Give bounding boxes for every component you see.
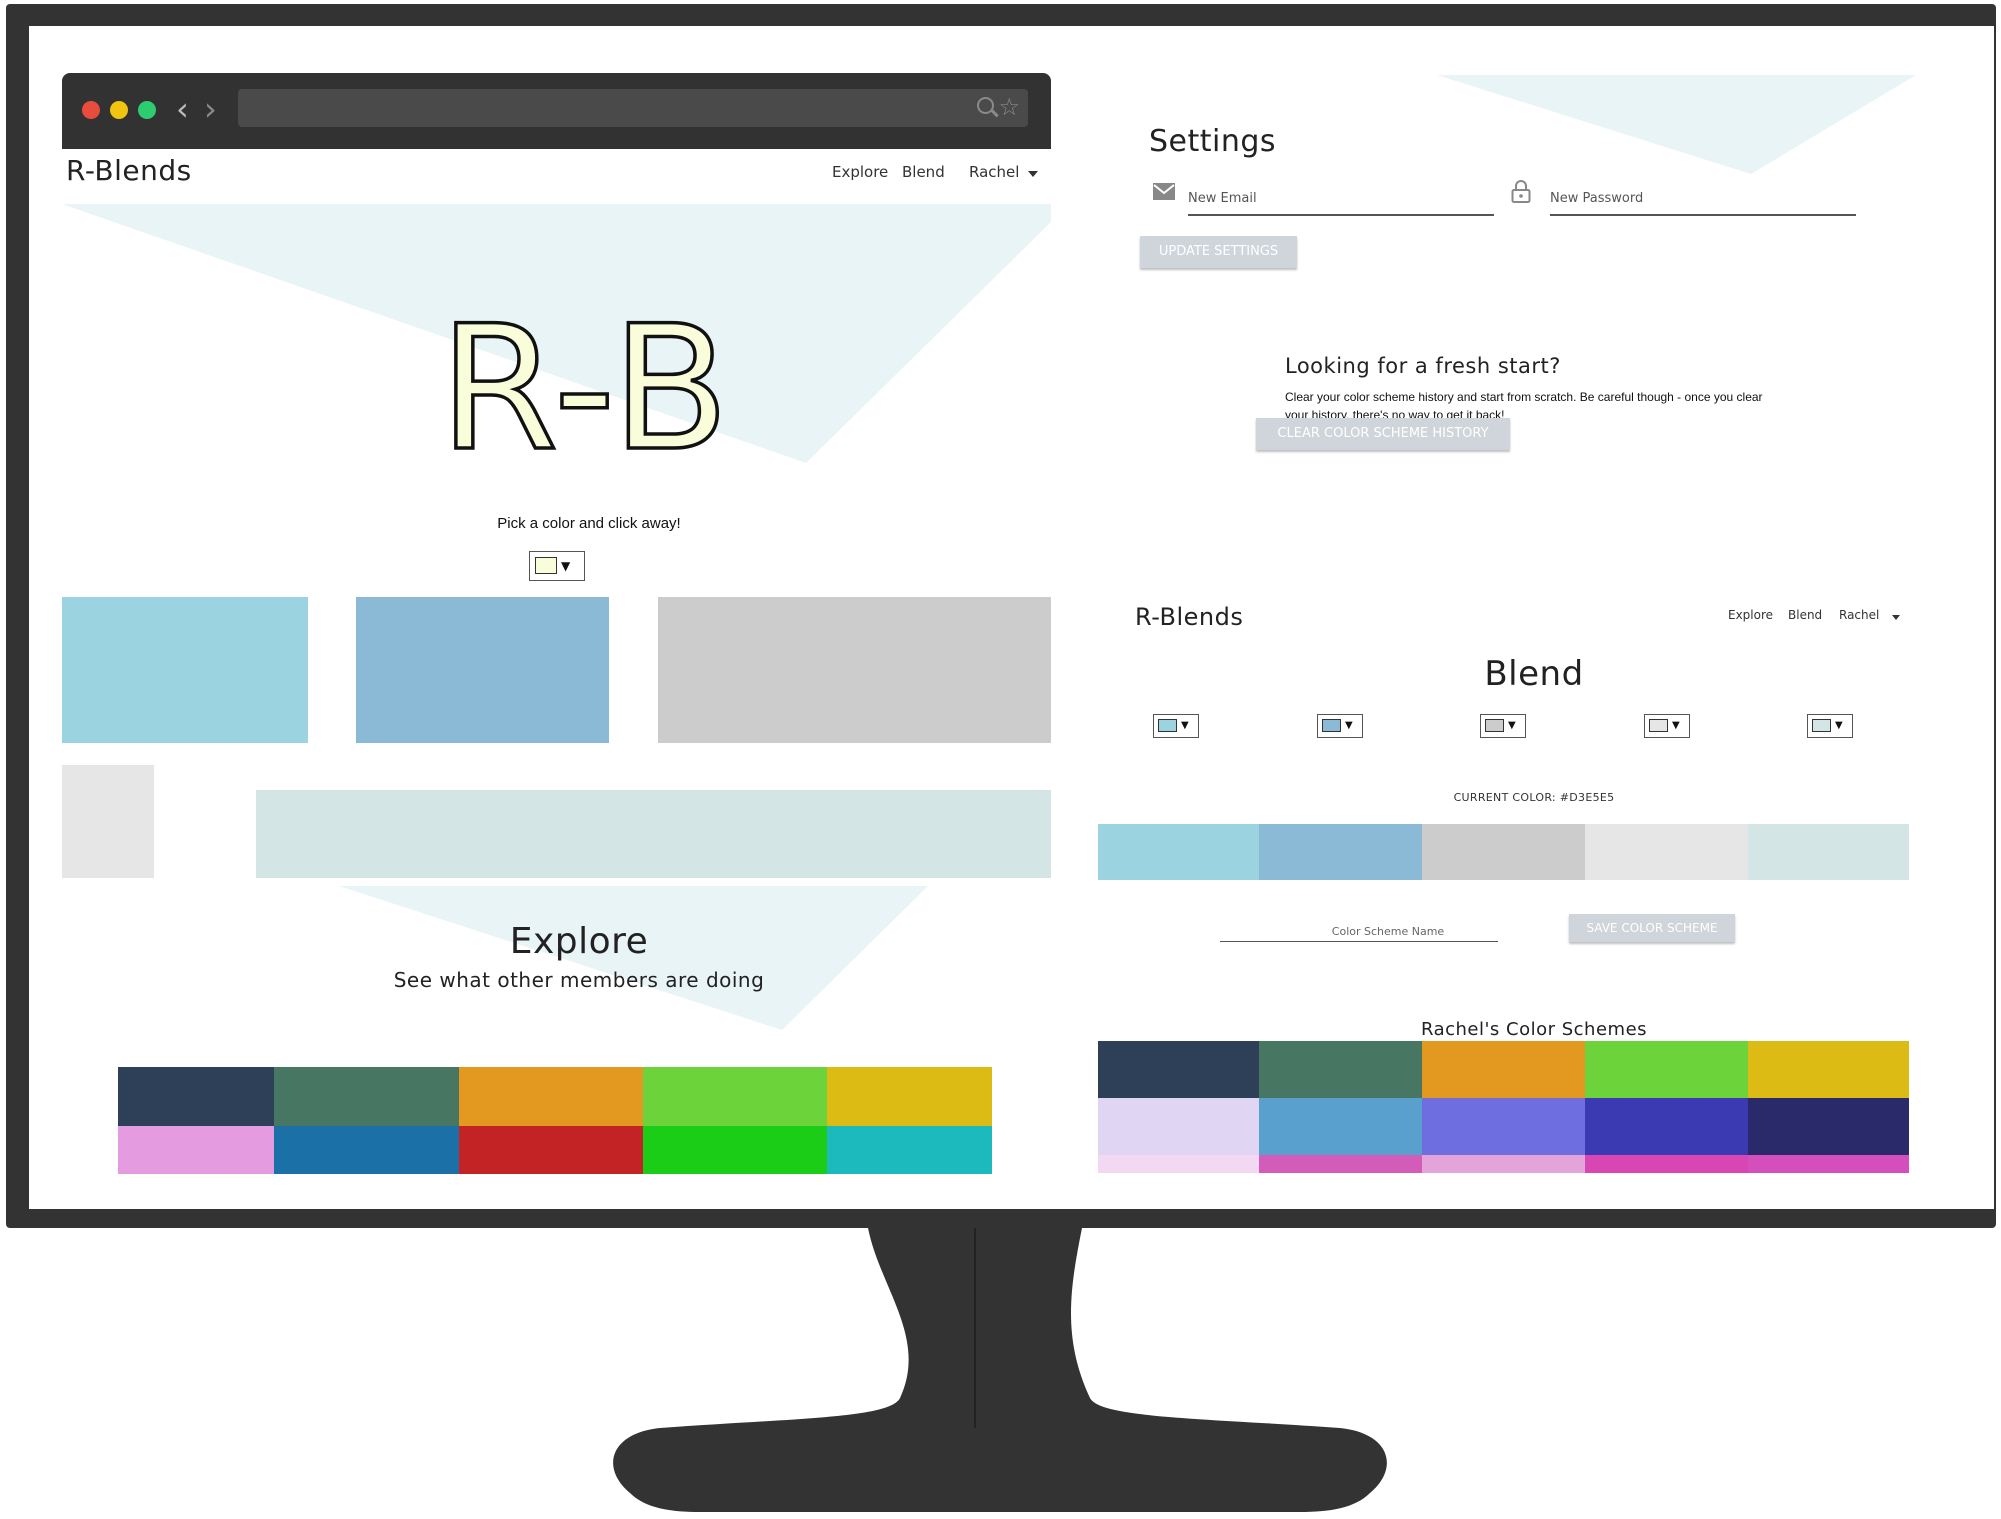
explore-scheme-swatch[interactable] <box>643 1067 827 1126</box>
settings-title: Settings <box>1149 124 1277 159</box>
monitor-screen: ‹ › ☆ R-Blends Explore Blend Rachel R-B … <box>29 26 1994 1209</box>
blend-nav-explore-link[interactable]: Explore <box>1728 608 1773 622</box>
chevron-down-icon[interactable] <box>1892 615 1900 620</box>
picker-swatch <box>1812 719 1831 732</box>
envelope-icon <box>1153 183 1175 200</box>
dropdown-arrow-icon: ▼ <box>1181 720 1189 731</box>
chevron-right-icon[interactable]: › <box>204 91 217 127</box>
color-block-1[interactable] <box>62 597 308 743</box>
blend-nav-user-menu[interactable]: Rachel <box>1839 608 1879 622</box>
new-email-field[interactable] <box>1188 214 1494 216</box>
explore-title: Explore <box>509 921 649 962</box>
window-minimize-dot[interactable] <box>110 101 128 119</box>
saved-scheme-swatch[interactable] <box>1259 1098 1422 1155</box>
saved-scheme-swatch[interactable] <box>1585 1041 1748 1098</box>
dropdown-arrow-icon: ▼ <box>1508 720 1516 731</box>
explore-scheme-swatch[interactable] <box>118 1126 274 1174</box>
saved-scheme-swatch[interactable] <box>1748 1155 1909 1173</box>
saved-scheme-swatch[interactable] <box>1259 1155 1422 1173</box>
explore-scheme-swatch[interactable] <box>118 1067 274 1126</box>
nav-blend-link[interactable]: Blend <box>902 163 945 181</box>
nav-explore-link[interactable]: Explore <box>832 163 888 181</box>
saved-scheme-swatch[interactable] <box>1422 1041 1585 1098</box>
new-password-field[interactable] <box>1550 214 1856 216</box>
nav-user-menu[interactable]: Rachel <box>969 163 1019 181</box>
search-icon[interactable] <box>977 97 994 114</box>
hero-monogram-text: R-B <box>439 308 729 468</box>
browser-toolbar: ‹ › ☆ <box>62 73 1051 149</box>
explore-scheme-swatch[interactable] <box>459 1067 643 1126</box>
window-close-dot[interactable] <box>82 101 100 119</box>
fresh-start-title: Looking for a fresh start? <box>1285 354 1561 378</box>
picker-swatch <box>1322 719 1341 732</box>
explore-scheme-swatch[interactable] <box>274 1126 459 1174</box>
chevron-left-icon[interactable]: ‹ <box>176 91 189 127</box>
scheme-name-field[interactable] <box>1220 941 1498 943</box>
blend-palette-swatch[interactable] <box>1585 824 1748 880</box>
scheme-name-placeholder: Color Scheme Name <box>1331 925 1445 938</box>
dropdown-arrow-icon: ▼ <box>561 559 571 573</box>
dropdown-arrow-icon: ▼ <box>1835 720 1843 731</box>
clear-history-button[interactable]: CLEAR COLOR SCHEME HISTORY <box>1256 418 1510 450</box>
explore-scheme-swatch[interactable] <box>827 1067 992 1126</box>
new-email-placeholder: New Email <box>1188 191 1257 206</box>
picker-swatch <box>535 557 557 574</box>
blend-site-logo[interactable]: R-Blends <box>1135 603 1243 631</box>
saved-scheme-swatch[interactable] <box>1098 1155 1259 1173</box>
site-logo[interactable]: R-Blends <box>66 154 192 187</box>
chevron-down-icon[interactable] <box>1028 171 1038 177</box>
saved-scheme-swatch[interactable] <box>1748 1098 1909 1155</box>
picker-swatch <box>1158 719 1177 732</box>
window-maximize-dot[interactable] <box>138 101 156 119</box>
blend-color-picker[interactable]: ▼ <box>1644 714 1690 738</box>
address-bar[interactable]: ☆ <box>238 89 1028 127</box>
current-color-label: CURRENT COLOR: #D3E5E5 <box>1453 791 1615 804</box>
blend-palette-swatch[interactable] <box>1748 824 1909 880</box>
lock-icon <box>1511 180 1531 203</box>
saved-scheme-swatch[interactable] <box>1422 1098 1585 1155</box>
monitor-stand <box>613 1228 1387 1512</box>
picker-swatch <box>1649 719 1668 732</box>
saved-scheme-swatch[interactable] <box>1585 1098 1748 1155</box>
saved-scheme-swatch[interactable] <box>1748 1041 1909 1098</box>
explore-scheme-swatch[interactable] <box>643 1126 827 1174</box>
saved-scheme-swatch[interactable] <box>1098 1098 1259 1155</box>
hero-monogram: R-B <box>439 308 729 468</box>
blend-color-picker[interactable]: ▼ <box>1480 714 1526 738</box>
new-password-placeholder: New Password <box>1550 191 1644 206</box>
saved-schemes-title: Rachel's Color Schemes <box>1420 1019 1648 1040</box>
update-settings-button[interactable]: UPDATE SETTINGS <box>1140 236 1297 268</box>
saved-scheme-swatch[interactable] <box>1585 1155 1748 1173</box>
blend-palette-swatch[interactable] <box>1098 824 1259 880</box>
explore-subtitle: See what other members are doing <box>393 968 765 992</box>
picker-swatch <box>1485 719 1504 732</box>
saved-scheme-swatch[interactable] <box>1259 1041 1422 1098</box>
blend-color-picker[interactable]: ▼ <box>1153 714 1199 738</box>
settings-triangle <box>1437 75 1916 174</box>
blend-color-picker[interactable]: ▼ <box>1317 714 1363 738</box>
save-color-scheme-button[interactable]: SAVE COLOR SCHEME <box>1569 914 1735 942</box>
hero-tagline: Pick a color and click away! <box>497 515 681 532</box>
blend-palette-swatch[interactable] <box>1422 824 1585 880</box>
saved-scheme-swatch[interactable] <box>1422 1155 1585 1173</box>
explore-scheme-swatch[interactable] <box>827 1126 992 1174</box>
color-block-4[interactable] <box>62 765 154 878</box>
saved-scheme-swatch[interactable] <box>1098 1041 1259 1098</box>
blend-color-picker[interactable]: ▼ <box>1807 714 1853 738</box>
blend-title: Blend <box>1484 654 1584 694</box>
explore-scheme-swatch[interactable] <box>274 1067 459 1126</box>
dropdown-arrow-icon: ▼ <box>1345 720 1353 731</box>
dropdown-arrow-icon: ▼ <box>1672 720 1680 731</box>
blend-palette-swatch[interactable] <box>1259 824 1422 880</box>
explore-scheme-swatch[interactable] <box>459 1126 643 1174</box>
color-block-5[interactable] <box>256 790 1051 878</box>
color-block-2[interactable] <box>356 597 609 743</box>
hero-color-picker[interactable]: ▼ <box>529 551 585 581</box>
blend-nav-blend-link[interactable]: Blend <box>1788 608 1822 622</box>
color-block-3[interactable] <box>658 597 1051 743</box>
star-icon[interactable]: ☆ <box>998 91 1020 123</box>
